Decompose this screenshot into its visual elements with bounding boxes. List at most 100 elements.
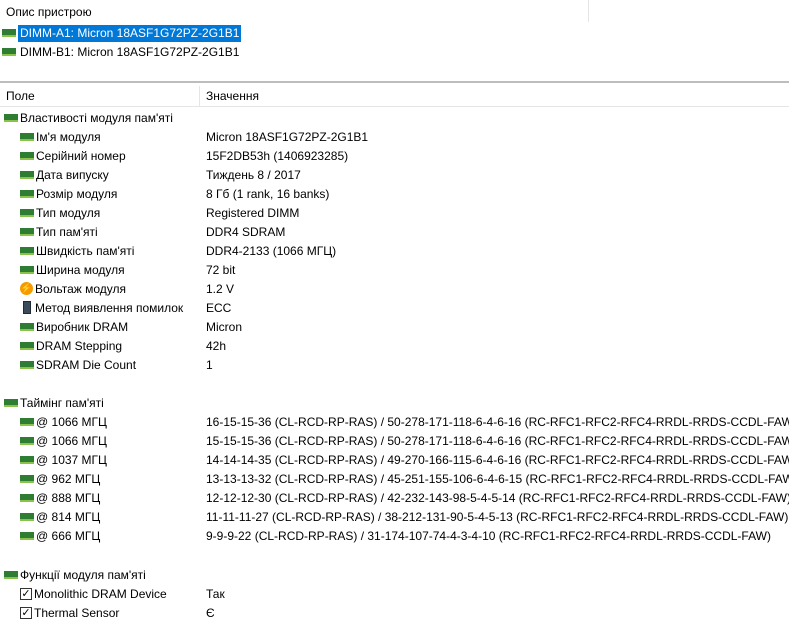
field-label: Thermal Sensor xyxy=(34,606,120,620)
field-label: Тип пам'яті xyxy=(36,225,98,239)
field-label: @ 666 МГЦ xyxy=(36,529,101,543)
property-row[interactable]: DRAM Stepping 42h xyxy=(0,336,789,355)
field-label: @ 888 МГЦ xyxy=(36,491,101,505)
field-label: Серійний номер xyxy=(36,149,126,163)
field-cell: Дата випуску xyxy=(20,168,109,182)
value-cell: DDR4 SDRAM xyxy=(206,225,286,239)
field-label: Дата випуску xyxy=(36,168,109,182)
section-header-features[interactable]: Функції модуля пам'яті xyxy=(0,565,789,584)
column-divider[interactable] xyxy=(588,0,589,22)
property-row[interactable]: ⚡ Вольтаж модуля 1.2 V xyxy=(0,279,789,298)
feature-row[interactable]: ✓ Monolithic DRAM Device Так xyxy=(0,584,789,603)
checkbox-icon: ✓ xyxy=(20,587,32,600)
value-cell: Так xyxy=(206,587,225,601)
panel-splitter[interactable] xyxy=(0,81,789,83)
section-title-text: Функції модуля пам'яті xyxy=(20,568,146,582)
value-cell: 16-15-15-36 (CL-RCD-RP-RAS) / 50-278-171… xyxy=(206,415,789,429)
column-header-field[interactable]: Поле xyxy=(6,89,35,103)
field-cell: Тип пам'яті xyxy=(20,225,98,239)
field-cell: Метод виявлення помилок xyxy=(20,301,183,315)
timing-row[interactable]: @ 1066 МГЦ 16-15-15-36 (CL-RCD-RP-RAS) / … xyxy=(0,412,789,431)
value-cell: 1 xyxy=(206,358,213,372)
field-cell: @ 962 МГЦ xyxy=(20,472,100,486)
column-divider[interactable] xyxy=(199,86,200,106)
device-list-header[interactable]: Опис пристрою xyxy=(0,0,789,24)
ram-icon xyxy=(20,189,34,198)
field-label: Швидкість пам'яті xyxy=(36,244,135,258)
property-row[interactable]: SDRAM Die Count 1 xyxy=(0,355,789,374)
device-item-label: DIMM-B1: Micron 18ASF1G72PZ-2G1B1 xyxy=(20,45,240,59)
value-cell: 14-14-14-35 (CL-RCD-RP-RAS) / 49-270-166… xyxy=(206,453,789,467)
device-item-dimm-a1[interactable]: DIMM-A1: Micron 18ASF1G72PZ-2G1B1 xyxy=(2,25,242,42)
property-row[interactable]: Дата випуску Тиждень 8 / 2017 xyxy=(0,165,789,184)
timing-row[interactable]: @ 814 МГЦ 11-11-11-27 (CL-RCD-RP-RAS) / 3… xyxy=(0,507,789,526)
property-row[interactable]: Метод виявлення помилок ECC xyxy=(0,298,789,317)
property-row[interactable]: Ширина модуля 72 bit xyxy=(0,260,789,279)
ram-icon xyxy=(20,417,34,426)
ram-icon xyxy=(20,208,34,217)
property-row[interactable]: Виробник DRAM Micron xyxy=(0,317,789,336)
field-label: @ 814 МГЦ xyxy=(36,510,101,524)
section-title-text: Властивості модуля пам'яті xyxy=(20,111,173,125)
ram-icon xyxy=(20,170,34,179)
ram-icon xyxy=(20,436,34,445)
field-cell: ✓ Monolithic DRAM Device xyxy=(20,587,167,601)
value-cell: 11-11-11-27 (CL-RCD-RP-RAS) / 38-212-131… xyxy=(206,510,789,524)
ram-icon xyxy=(20,132,34,141)
section-title: Функції модуля пам'яті xyxy=(4,568,146,582)
field-cell: Розмір модуля xyxy=(20,187,117,201)
ram-icon xyxy=(20,493,34,502)
ram-icon xyxy=(2,28,16,37)
field-label: Ім'я модуля xyxy=(36,130,101,144)
field-cell: @ 814 МГЦ xyxy=(20,510,100,524)
field-label: Тип модуля xyxy=(36,206,101,220)
field-cell: @ 666 МГЦ xyxy=(20,529,100,543)
field-label: @ 1066 МГЦ xyxy=(36,434,107,448)
value-cell: Є xyxy=(206,606,215,620)
field-cell: DRAM Stepping xyxy=(20,339,122,353)
property-row[interactable]: Швидкість пам'яті DDR4-2133 (1066 МГЦ) xyxy=(0,241,789,260)
timing-row[interactable]: @ 888 МГЦ 12-12-12-30 (CL-RCD-RP-RAS) / 4… xyxy=(0,488,789,507)
property-row[interactable]: Ім'я модуля Micron 18ASF1G72PZ-2G1B1 xyxy=(0,127,789,146)
ram-icon xyxy=(20,512,34,521)
field-cell: Ширина модуля xyxy=(20,263,125,277)
value-cell: 72 bit xyxy=(206,263,236,277)
value-cell: 15F2DB53h (1406923285) xyxy=(206,149,349,163)
timing-row[interactable]: @ 1066 МГЦ 15-15-15-36 (CL-RCD-RP-RAS) / … xyxy=(0,431,789,450)
value-cell: Micron xyxy=(206,320,243,334)
ram-icon xyxy=(20,455,34,464)
field-label: Виробник DRAM xyxy=(36,320,129,334)
value-cell: 1.2 V xyxy=(206,282,235,296)
ram-icon xyxy=(20,265,34,274)
section-title: Властивості модуля пам'яті xyxy=(4,111,173,125)
field-cell: Серійний номер xyxy=(20,149,126,163)
value-cell: 8 Гб (1 rank, 16 banks) xyxy=(206,187,330,201)
timing-row[interactable]: @ 962 МГЦ 13-13-13-32 (CL-RCD-RP-RAS) / 4… xyxy=(0,469,789,488)
field-label: Ширина модуля xyxy=(36,263,125,277)
field-label: DRAM Stepping xyxy=(36,339,123,353)
feature-row[interactable]: ✓ Thermal Sensor Є xyxy=(0,603,789,622)
value-cell: 42h xyxy=(206,339,227,353)
column-header-value[interactable]: Значення xyxy=(206,89,259,103)
field-cell: @ 1066 МГЦ xyxy=(20,434,107,448)
field-cell: Швидкість пам'яті xyxy=(20,244,134,258)
timing-row[interactable]: @ 1037 МГЦ 14-14-14-35 (CL-RCD-RP-RAS) / … xyxy=(0,450,789,469)
field-label: Метод виявлення помилок xyxy=(35,301,184,315)
field-label: @ 1066 МГЦ xyxy=(36,415,107,429)
property-row[interactable]: Розмір модуля 8 Гб (1 rank, 16 banks) xyxy=(0,184,789,203)
field-cell: @ 1037 МГЦ xyxy=(20,453,107,467)
device-item-dimm-b1[interactable]: DIMM-B1: Micron 18ASF1G72PZ-2G1B1 xyxy=(2,44,241,61)
property-row[interactable]: Тип модуля Registered DIMM xyxy=(0,203,789,222)
field-label: @ 962 МГЦ xyxy=(36,472,101,486)
section-title: Таймінг пам'яті xyxy=(4,396,104,410)
section-header-timing[interactable]: Таймінг пам'яті xyxy=(0,393,789,412)
device-list-title: Опис пристрою xyxy=(6,5,92,19)
property-row[interactable]: Серійний номер 15F2DB53h (1406923285) xyxy=(0,146,789,165)
value-cell: DDR4-2133 (1066 МГЦ) xyxy=(206,244,337,258)
timing-row[interactable]: @ 666 МГЦ 9-9-9-22 (CL-RCD-RP-RAS) / 31-1… xyxy=(0,526,789,545)
checkbox-icon: ✓ xyxy=(20,606,32,619)
value-cell: Micron 18ASF1G72PZ-2G1B1 xyxy=(206,130,369,144)
section-header-module[interactable]: Властивості модуля пам'яті xyxy=(0,108,789,127)
property-row[interactable]: Тип пам'яті DDR4 SDRAM xyxy=(0,222,789,241)
field-label: @ 1037 МГЦ xyxy=(36,453,107,467)
